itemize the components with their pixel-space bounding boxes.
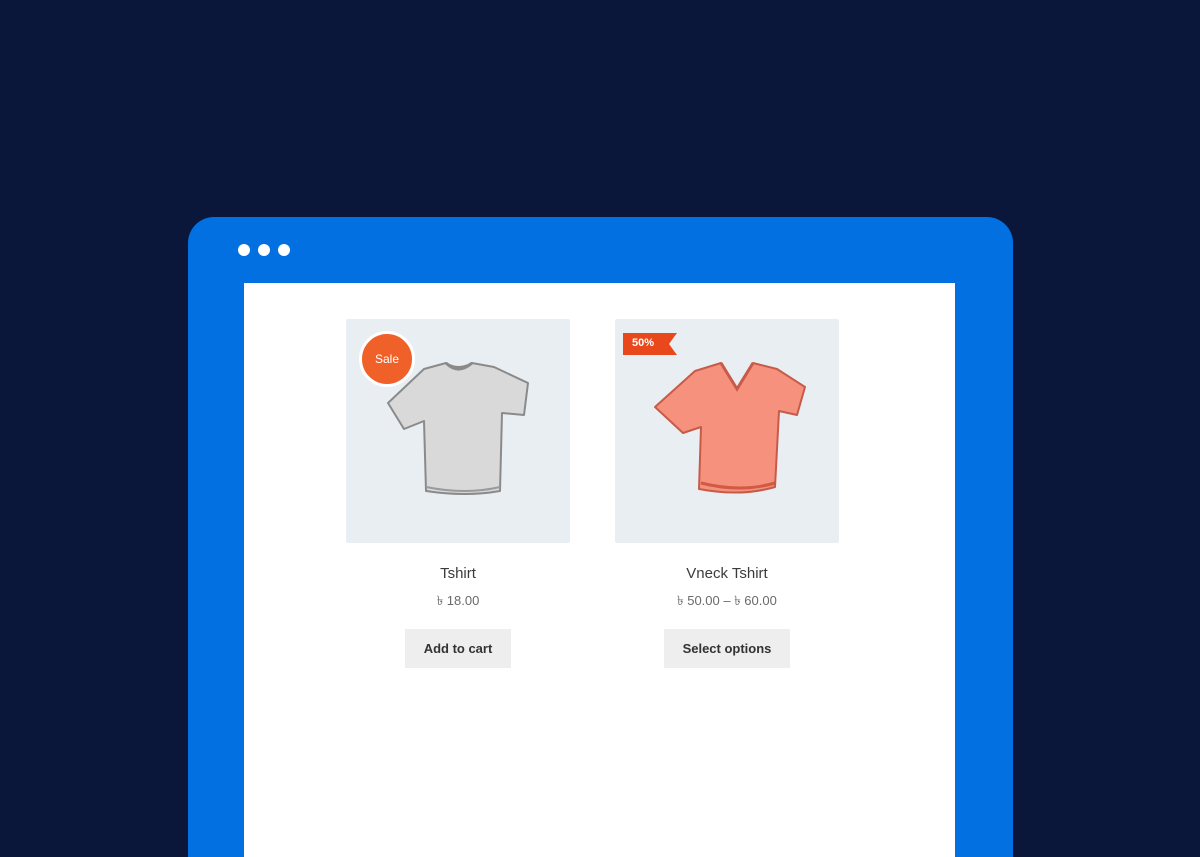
window-dot-icon[interactable] [238,244,250,256]
product-title[interactable]: Vneck Tshirt [686,565,767,582]
add-to-cart-button[interactable]: Add to cart [404,629,512,668]
product-image[interactable]: 50% [615,319,839,543]
window-controls [238,244,290,256]
product-card-vneck-tshirt: 50% Vneck Tshirt ৳ 50.00 – ৳ 60.00 Selec… [615,319,839,668]
vneck-tshirt-icon [654,362,806,494]
select-options-button[interactable]: Select options [663,629,791,668]
product-card-tshirt: Sale Tshirt ৳ 18.00 Add to cart [346,319,570,668]
product-price: ৳ 18.00 [436,593,480,608]
window-dot-icon[interactable] [258,244,270,256]
sale-badge: Sale [359,331,415,387]
product-price: ৳ 50.00 – ৳ 60.00 [677,593,777,608]
discount-badge: 50% [623,333,677,355]
window-dot-icon[interactable] [278,244,290,256]
product-image[interactable]: Sale [346,319,570,543]
page-viewport: Sale Tshirt ৳ 18.00 Add to cart 50% Vnec… [244,283,955,857]
product-title[interactable]: Tshirt [440,565,476,582]
discount-label: 50% [632,337,655,349]
browser-window: Sale Tshirt ৳ 18.00 Add to cart 50% Vnec… [188,217,1013,857]
